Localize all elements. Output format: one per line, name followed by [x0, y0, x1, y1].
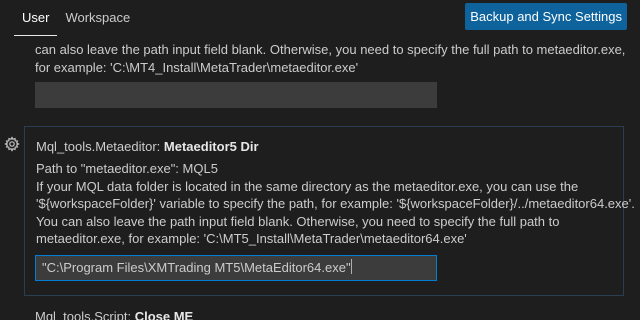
setting-description: Path to "metaeditor.exe": MQL5 If your M… — [36, 160, 635, 248]
backup-and-sync-button[interactable]: Backup and Sync Settings — [465, 3, 627, 30]
gear-icon[interactable] — [4, 136, 20, 152]
setting-category: Mql_tools.Script: — [35, 309, 135, 320]
setting-title: Mql_tools.Script: Close ME — [35, 308, 624, 320]
setting-previous: can also leave the path input field blan… — [24, 38, 626, 76]
settings-header: User Workspace Backup and Sync Settings — [0, 0, 640, 36]
setting-name: Close ME — [134, 309, 194, 320]
settings-editor: User Workspace Backup and Sync Settings … — [0, 0, 640, 320]
setting-description-line: You can also leave the path input field … — [36, 213, 560, 229]
tab-workspace[interactable]: Workspace — [57, 0, 138, 36]
setting-description-line: Path to "metaeditor.exe": MQL5 — [36, 161, 218, 176]
setting-title: Mql_tools.Metaeditor: Metaeditor5 Dir — [36, 138, 623, 156]
setting-description-line: metaeditor.exe, for example: 'C:\MT5_Ins… — [36, 231, 467, 246]
setting-next[interactable]: Mql_tools.Script: Close ME — [24, 308, 624, 320]
setting-description-line: '${workspaceFolder}' variable to specify… — [36, 196, 635, 211]
settings-scope-tabs: User Workspace — [14, 0, 138, 36]
tab-user[interactable]: User — [14, 0, 58, 36]
setting-description-line: for example: 'C:\MT4_Install\MetaTrader\… — [35, 59, 359, 75]
metaeditor5-dir-input[interactable]: "C:\Program Files\XMTrading MT5\MetaEdit… — [35, 255, 437, 281]
input-value: "C:\Program Files\XMTrading MT5\MetaEdit… — [42, 260, 351, 275]
setting-description-line: If your MQL data folder is located in th… — [36, 178, 579, 194]
setting-category: Mql_tools.Metaeditor: — [36, 139, 164, 154]
text-caret — [350, 259, 352, 274]
setting-description-line: can also leave the path input field blan… — [35, 42, 626, 57]
setting-name: Metaeditor5 Dir — [163, 139, 259, 154]
metaeditor4-dir-input[interactable] — [35, 82, 437, 108]
